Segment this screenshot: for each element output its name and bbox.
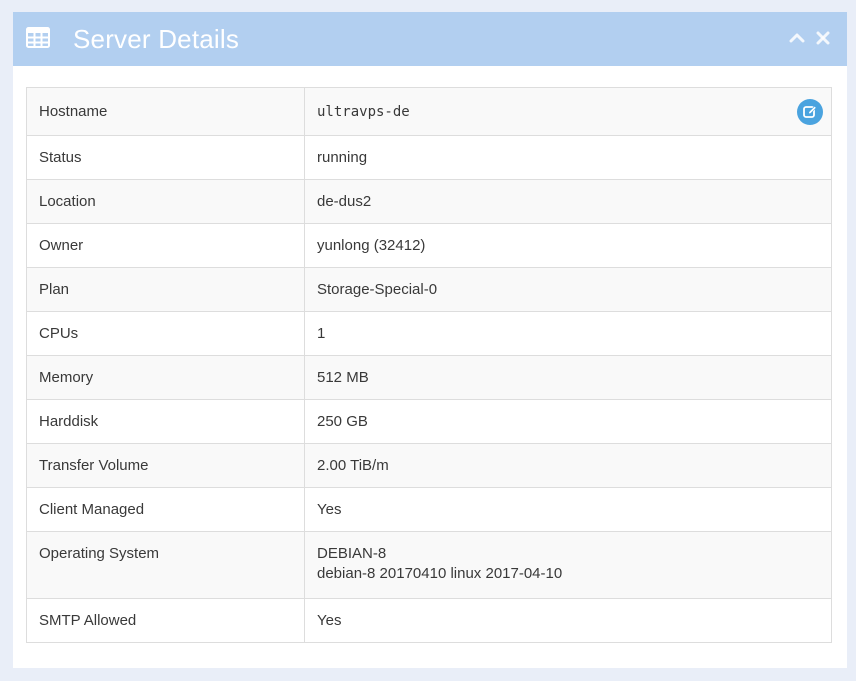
plan-value: Storage-Special-0 <box>317 281 438 298</box>
location-value: de-dus2 <box>317 193 372 210</box>
client-managed-value: Yes <box>317 501 342 518</box>
row-label: Status <box>39 149 82 166</box>
memory-value: 512 MB <box>317 369 369 386</box>
table-row-harddisk: Harddisk 250 GB <box>26 399 832 444</box>
panel-title: Server Details <box>73 24 240 54</box>
table-row-owner: Owner yunlong (32412) <box>26 223 832 268</box>
table-row-smtp-allowed: SMTP Allowed Yes <box>26 598 832 643</box>
panel-tools <box>789 30 831 46</box>
os-name-value: DEBIAN-8 <box>317 545 387 562</box>
row-label: Plan <box>39 281 70 298</box>
row-label: Memory <box>39 369 94 386</box>
edit-hostname-button[interactable] <box>797 99 823 125</box>
table-row-memory: Memory 512 MB <box>26 355 832 400</box>
row-label: Location <box>39 193 96 210</box>
owner-value: yunlong (32412) <box>317 237 426 254</box>
status-value: running <box>317 149 368 166</box>
row-label: Client Managed <box>39 501 145 518</box>
panel-header: Server Details <box>13 12 847 66</box>
table-row-client-managed: Client Managed Yes <box>26 487 832 532</box>
row-label: Hostname <box>39 103 108 120</box>
table-icon <box>26 27 50 48</box>
table-row-plan: Plan Storage-Special-0 <box>26 267 832 312</box>
table-row-status: Status running <box>26 135 832 180</box>
row-label: Owner <box>39 237 84 254</box>
transfer-volume-value: 2.00 TiB/m <box>317 457 389 474</box>
table-row-operating-system: Operating System DEBIAN-8 debian-8 20170… <box>26 531 832 599</box>
os-detail-value: debian-8 20170410 linux 2017-04-10 <box>317 565 563 582</box>
edit-icon <box>803 105 817 118</box>
table-row-transfer-volume: Transfer Volume 2.00 TiB/m <box>26 443 832 488</box>
table-row-location: Location de-dus2 <box>26 179 832 224</box>
row-label: SMTP Allowed <box>39 612 137 629</box>
chevron-up-icon[interactable] <box>789 30 805 46</box>
harddisk-value: 250 GB <box>317 413 368 430</box>
table-row-cpus: CPUs 1 <box>26 311 832 356</box>
close-icon[interactable] <box>815 30 831 46</box>
server-details-panel: Server Details Hostname ultravps-de Stat… <box>13 12 847 668</box>
cpus-value: 1 <box>317 325 326 342</box>
row-label: CPUs <box>39 325 79 342</box>
row-label: Harddisk <box>39 413 99 430</box>
row-label: Transfer Volume <box>39 457 149 474</box>
hostname-value: ultravps-de <box>317 104 410 120</box>
row-label: Operating System <box>39 545 160 562</box>
smtp-allowed-value: Yes <box>317 612 342 629</box>
table-row-hostname: Hostname ultravps-de <box>26 87 832 136</box>
server-details-table: Hostname ultravps-de Status running Loca… <box>26 87 832 643</box>
